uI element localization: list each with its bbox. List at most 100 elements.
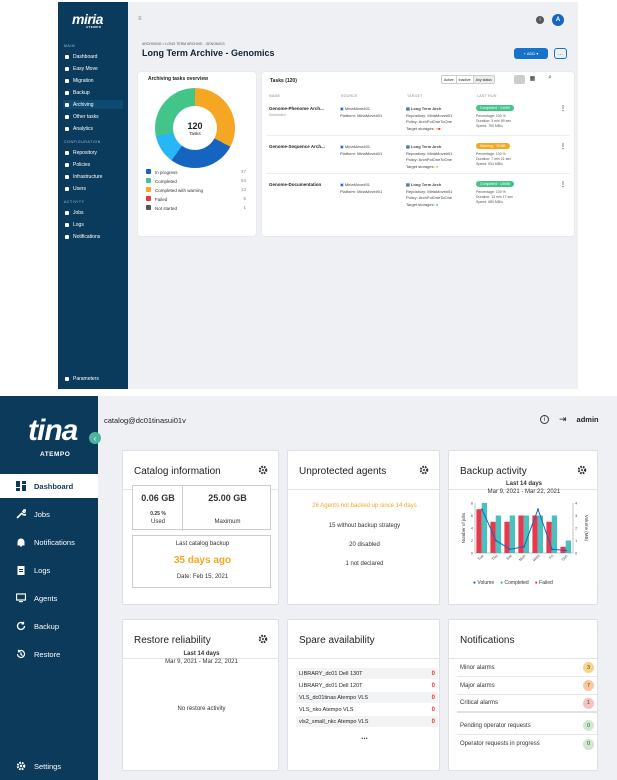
menu-agents[interactable]: Agents <box>0 586 98 610</box>
filter-any[interactable]: Any status <box>472 76 494 83</box>
menu-logs[interactable]: Logs <box>0 558 98 582</box>
menu-notifications[interactable]: Notifications <box>63 232 123 241</box>
volume-point <box>551 548 553 551</box>
backup-activity-card: Backup activity Last 14 days Mar 9, 2021… <box>448 450 598 605</box>
more-button[interactable]: ... <box>554 48 567 59</box>
legend-dot: ● <box>473 580 477 586</box>
count-badge: 0 <box>583 738 594 750</box>
archive-icon <box>65 102 69 107</box>
menu-archiving[interactable]: Archiving <box>63 100 123 109</box>
task-name[interactable]: Genome-Phenome Arch... <box>269 106 324 111</box>
gear-icon <box>65 376 69 381</box>
task-name[interactable]: Genome-Sequence Arch... <box>269 144 325 149</box>
menu-dashboard[interactable]: Dashboard <box>0 474 98 498</box>
list-item[interactable]: LIBRARY_dc01 Dell 120T 0 <box>296 680 438 692</box>
disabled-agents[interactable]: 20 disabled <box>288 542 441 548</box>
row-menu-icon[interactable]: ⋮ <box>560 143 566 150</box>
legend-completed: Completed 64 <box>146 178 246 184</box>
last-backup-date: Date: Feb 15, 2021 <box>176 574 229 580</box>
gear-icon[interactable] <box>258 465 268 475</box>
menu-infrastructure[interactable]: Infrastructure <box>63 172 123 181</box>
archive-target-icon: ▤ <box>406 182 410 187</box>
legend-failed: Failed 5 <box>146 196 246 202</box>
info-icon[interactable]: i <box>536 16 544 24</box>
menu-settings[interactable]: Settings <box>0 754 98 778</box>
info-icon[interactable]: i <box>540 415 549 424</box>
filter-inactive[interactable]: Inactive <box>455 76 473 83</box>
failed-bar <box>546 521 552 553</box>
search-icon[interactable]: ⌕ <box>548 74 552 82</box>
menu-policies[interactable]: Policies <box>63 160 123 169</box>
restore-empty: No restore activity <box>177 706 226 712</box>
last-run: Percentage: 100 % Duration: 7 min 21 sec S… <box>476 152 512 166</box>
task-name[interactable]: Genome-Documentation <box>269 182 321 187</box>
miria-logo: miria ATEMPO <box>72 11 103 29</box>
menu-users[interactable]: Users <box>63 184 123 193</box>
miria-sidebar: miria ATEMPO MAIN Dashboard Easy Move Mig… <box>58 2 128 389</box>
spare-more[interactable]: ... <box>288 732 441 741</box>
list-item[interactable]: LIBRARY_dc01 Dell 130T 0 <box>296 668 438 680</box>
used-label: Used <box>150 519 165 525</box>
list-view-icon[interactable] <box>514 75 525 84</box>
table-row[interactable]: Genome-Phenome Arch... Scheduled ▣ Miria… <box>266 100 570 136</box>
gear-icon[interactable] <box>258 634 268 644</box>
logs-icon <box>65 222 69 227</box>
row-menu-icon[interactable]: ⋮ <box>560 181 566 188</box>
legend-dot: ● <box>534 580 538 586</box>
not-declared-agents[interactable]: 1 not declared <box>288 561 441 567</box>
last-run: Percentage: 100 % Duration: 3 min 59 sec S… <box>476 114 512 128</box>
user-name[interactable]: admin <box>577 415 599 424</box>
add-button[interactable]: + ADD ▾ <box>514 48 548 59</box>
unprotected-card: Unprotected agents 26 Agents not backed … <box>287 450 440 605</box>
menu-easy-move[interactable]: Easy Move <box>63 64 123 73</box>
legend-swatch <box>146 178 151 183</box>
requests-in-progress-row[interactable]: Operator requests in progress 0 <box>457 735 597 753</box>
menu-toggle-icon[interactable]: ≡ <box>138 16 142 22</box>
menu-migration[interactable]: Migration <box>63 76 123 85</box>
divider <box>288 489 439 490</box>
table-row[interactable]: Genome-Documentation ▣ MiriaMove#01 Platf… <box>266 176 570 212</box>
menu-notifications[interactable]: Notifications <box>0 530 98 554</box>
menu-jobs[interactable]: Jobs <box>63 208 123 217</box>
logout-icon[interactable]: ⇥ <box>559 414 567 425</box>
status-filter: Active Inactive Any status <box>441 75 495 84</box>
menu-backup[interactable]: Backup <box>0 614 98 638</box>
unprotected-warning[interactable]: 26 Agents not backed up since 14 days <box>288 503 441 509</box>
critical-alarms-row[interactable]: Critical alarms 1 <box>457 695 597 713</box>
menu-backup[interactable]: Backup <box>63 88 123 97</box>
table-row[interactable]: Genome-Sequence Arch... ▣ MiriaMove#01 Pl… <box>266 138 570 174</box>
grid-view-icon[interactable]: ▦ <box>527 75 538 84</box>
avatar[interactable]: A <box>552 14 564 26</box>
collapse-sidebar-icon[interactable]: ‹ <box>89 432 101 444</box>
menu-parameters[interactable]: Parameters <box>63 374 123 383</box>
menu-jobs[interactable]: Jobs <box>0 502 98 526</box>
menu-repository[interactable]: Repository <box>63 148 123 157</box>
pending-requests-row[interactable]: Pending operator requests 0 <box>457 717 597 735</box>
row-menu-icon[interactable]: ⋮ <box>560 105 566 112</box>
breadcrumb[interactable]: ARCHIVING > LONG TERM ARCHIVE - GENOMICS <box>142 42 225 46</box>
menu-analytics[interactable]: Analytics <box>63 124 123 133</box>
menu-dashboard[interactable]: Dashboard <box>63 52 123 61</box>
legend-completed-warning: Completed with warning 13 <box>146 187 246 193</box>
legend-not-started: Not started 1 <box>146 205 246 211</box>
major-alarms-row[interactable]: Major alarms 7 <box>457 677 597 695</box>
x-tick-label: Thu <box>490 553 498 561</box>
menu-other-tasks[interactable]: Other tasks <box>63 112 123 121</box>
minor-alarms-row[interactable]: Minor alarms 3 <box>457 659 597 677</box>
volume-point <box>537 508 539 511</box>
list-item[interactable]: VLS_dc01tinas Atempo VLS 0 <box>296 692 438 704</box>
backup-activity-title: Backup activity <box>460 466 527 477</box>
filter-active[interactable]: Active <box>442 76 456 83</box>
gear-icon[interactable] <box>577 465 587 475</box>
list-item[interactable]: VLS_nko Atempo VLS 0 <box>296 704 438 716</box>
x-tick-label: Sun <box>560 553 569 562</box>
without-strategy[interactable]: 15 without backup strategy <box>288 523 441 529</box>
list-item[interactable]: vls2_small_nkc Atempo VLS 0 <box>296 716 438 728</box>
max-label: Maximum <box>214 519 241 525</box>
menu-restore[interactable]: Restore <box>0 642 98 666</box>
gear-icon[interactable] <box>419 465 429 475</box>
menu-logs[interactable]: Logs <box>63 220 123 229</box>
status-badge: Completed · 14h59 <box>476 105 514 111</box>
last-backup-value: 35 days ago <box>173 555 232 566</box>
y2-tick-label: 3 <box>575 513 578 518</box>
